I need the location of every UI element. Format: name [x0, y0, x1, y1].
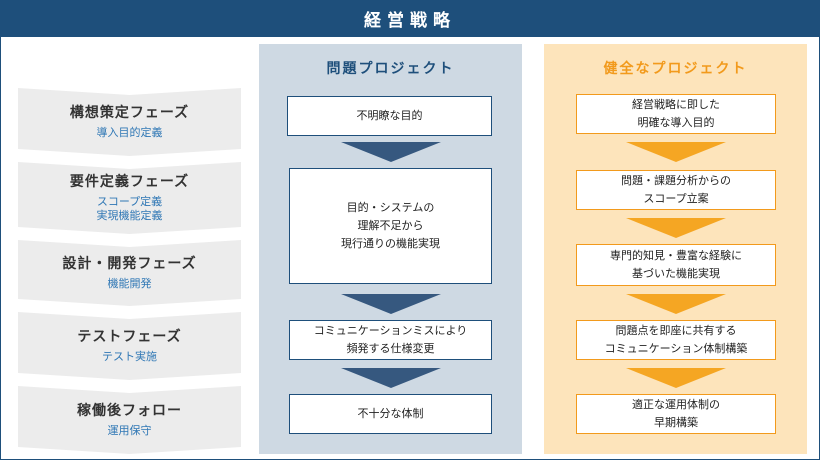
down-arrow-icon: [341, 142, 441, 162]
problem-step: 不十分な体制: [289, 394, 492, 434]
healthy-step: 問題・課題分析からの スコープ立案: [576, 170, 776, 210]
healthy-project-title: 健全なプロジェクト: [603, 61, 748, 77]
problem-step-text: 不十分な体制: [357, 407, 424, 420]
healthy-step-text: 問題・課題分析からの スコープ立案: [621, 174, 731, 205]
healthy-step: 専門的知見・豊富な経験に 基づいた機能実現: [576, 244, 776, 286]
page-title: 経営戦略: [364, 11, 456, 31]
phase-subtitle: 導入目的定義: [96, 126, 163, 139]
down-arrow-icon: [341, 294, 441, 314]
phase-test: テストフェーズ テスト実施: [18, 312, 241, 380]
healthy-project-column: 健全なプロジェクト 経営戦略に即した 明確な導入目的 問題・課題分析からの スコ…: [544, 44, 807, 454]
healthy-step-text: 経営戦略に即した 明確な導入目的: [632, 98, 720, 129]
problem-project-column: 問題プロジェクト 不明瞭な目的 目的・システムの 理解不足から 現行通りの機能実…: [259, 44, 522, 454]
healthy-step: 経営戦略に即した 明確な導入目的: [576, 94, 776, 134]
phase-subtitle: テスト実施: [102, 350, 157, 363]
problem-project-title: 問題プロジェクト: [326, 61, 455, 77]
problem-step-text: コミュニケーションミスにより 頻発する仕様変更: [313, 324, 468, 355]
healthy-step: 問題点を即座に共有する コミュニケーション体制構築: [576, 320, 776, 360]
down-arrow-icon: [626, 294, 726, 314]
phase-requirements: 要件定義フェーズ スコープ定義 実現機能定義: [18, 162, 241, 234]
down-arrow-icon: [626, 142, 726, 162]
phase-design-development: 設計・開発フェーズ 機能開発: [18, 240, 241, 306]
problem-step-text: 不明瞭な目的: [356, 109, 423, 122]
phase-subtitle: 機能開発: [107, 277, 152, 290]
phase-title: 設計・開発フェーズ: [62, 256, 197, 272]
problem-step: 不明瞭な目的: [287, 96, 492, 136]
phase-title: 要件定義フェーズ: [69, 174, 190, 190]
problem-step-text: 目的・システムの 理解不足から 現行通りの機能実現: [341, 201, 440, 250]
phase-subtitle: 運用保守: [107, 424, 152, 437]
problem-step: コミュニケーションミスにより 頻発する仕様変更: [289, 320, 492, 360]
healthy-step-text: 問題点を即座に共有する コミュニケーション体制構築: [604, 324, 748, 355]
phase-concept: 構想策定フェーズ 導入目的定義: [18, 88, 241, 156]
phase-title: 稼働後フォロー: [77, 403, 182, 419]
down-arrow-icon: [626, 218, 726, 238]
phase-title: 構想策定フェーズ: [69, 105, 190, 121]
phase-title: テストフェーズ: [77, 329, 182, 345]
problem-step: 目的・システムの 理解不足から 現行通りの機能実現: [289, 168, 492, 284]
down-arrow-icon: [341, 368, 441, 388]
healthy-step-text: 適正な運用体制の 早期構築: [632, 398, 720, 429]
down-arrow-icon: [626, 368, 726, 388]
phase-post-launch: 稼働後フォロー 運用保守: [18, 386, 241, 454]
header-banner: 経営戦略: [0, 0, 820, 37]
phase-subtitle: スコープ定義 実現機能定義: [96, 195, 163, 222]
healthy-step-text: 専門的知見・豊富な経験に 基づいた機能実現: [610, 249, 742, 280]
healthy-step: 適正な運用体制の 早期構築: [576, 394, 776, 434]
